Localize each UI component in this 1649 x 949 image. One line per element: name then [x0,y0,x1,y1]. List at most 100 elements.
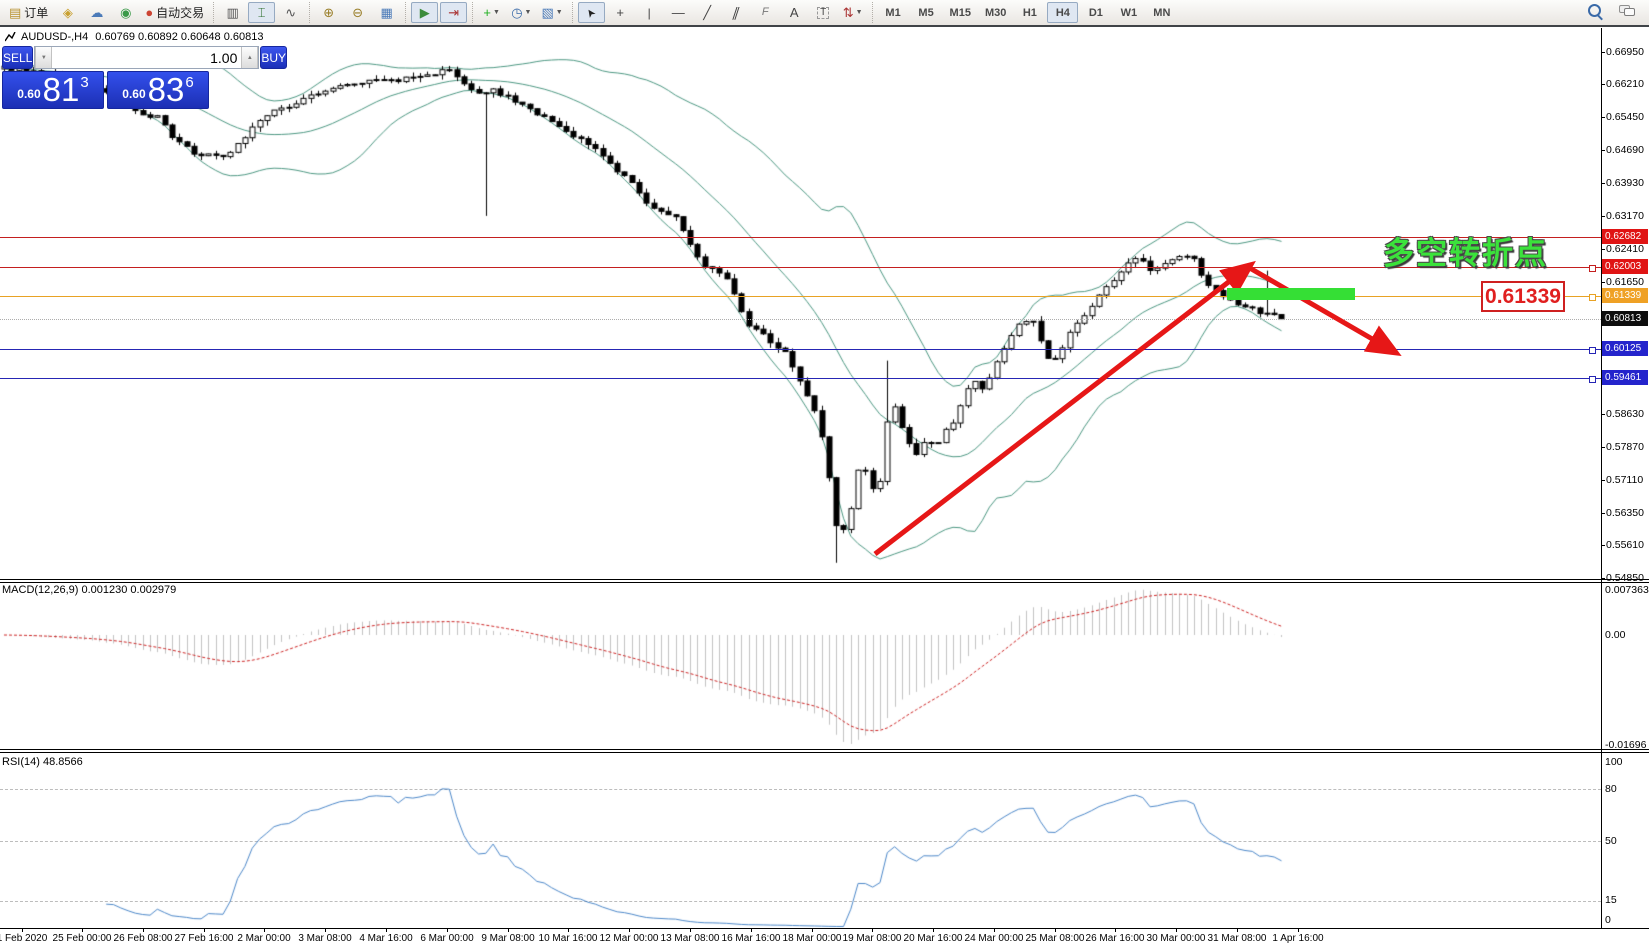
label-button[interactable]: T [810,2,837,23]
dropdown-caret-icon[interactable]: ▼ [556,9,563,16]
buy-price-button[interactable]: 0.60836 [107,71,209,109]
volume-stepper: ▼ ▲ [34,46,259,69]
line-chart-button[interactable]: ∿ [277,2,304,23]
timeframe-m15[interactable]: M15 [944,2,977,23]
arrows-button[interactable]: ⇅▼ [839,2,867,23]
cursor-button[interactable]: ➤ [578,2,605,23]
price-tick: 0.54850 [1606,573,1644,584]
trendline-button[interactable]: ╱ [694,2,721,23]
auto-scroll-button[interactable]: ▶ [411,2,438,23]
date-label: 6 Mar 00:00 [420,933,473,944]
rsi-indicator-canvas[interactable] [0,753,1601,928]
price-tick: 0.56350 [1606,508,1644,519]
fibo-button[interactable]: F [752,2,779,23]
dropdown-caret-icon[interactable]: ▼ [525,9,532,16]
timeframe-w1[interactable]: W1 [1113,2,1144,23]
price-callout-label[interactable]: 0.61339 [1481,281,1565,312]
date-label: 25 Mar 08:00 [1026,933,1085,944]
timeframe-m5[interactable]: M5 [911,2,942,23]
profiles-button[interactable]: ◈ [54,2,81,23]
date-label: 20 Mar 16:00 [904,933,963,944]
toolbar-groups: ▤订单◈☁◉●自动交易▥⌶∿⊕⊖▦▶⇥+▼◷▼▧▼➤+|—╱∥FAT⇅▼M1M5… [0,0,1574,25]
resistance-line-2[interactable] [0,267,1601,268]
indicators-button[interactable]: ▧▼ [537,2,566,23]
price-tick: 0.61650 [1606,277,1644,288]
toolbar-right [1574,4,1649,22]
resistance-line-2-handle[interactable] [1589,265,1596,272]
sell-price-button[interactable]: 0.60813 [2,71,104,109]
candlestick-chart-button[interactable]: ⌶ [248,2,275,23]
green-zone-bar[interactable] [1227,288,1355,300]
chart-shift-button[interactable]: ⇥ [440,2,467,23]
key-level-line[interactable] [0,296,1601,297]
hline-button[interactable]: — [665,2,692,23]
price-tick-mark [1601,282,1605,283]
macd-separator-top[interactable] [0,579,1649,580]
rsi-separator-top[interactable] [0,749,1649,750]
timeframe-h4[interactable]: H4 [1047,2,1078,23]
indicator-axis-tick: -0.01696 [1605,740,1646,751]
indicator-axis-tick: 0.00 [1605,630,1625,641]
dropdown-caret-icon[interactable]: ▼ [493,9,500,16]
new-chart-button[interactable]: +▼ [478,2,505,23]
chart-symbol-icon [5,32,16,42]
price-axis-line [1601,28,1602,928]
volume-input[interactable] [52,47,241,68]
buy-button[interactable]: BUY [260,46,287,69]
chart-shift-icon: ⇥ [448,6,459,19]
zoom-in-button[interactable]: ⊕ [315,2,342,23]
signals-button[interactable]: ◉ [112,2,139,23]
crosshair-button[interactable]: + [607,2,634,23]
chat-button[interactable] [1619,4,1635,22]
timeframe-d1[interactable]: D1 [1080,2,1111,23]
channel-button[interactable]: ∥ [723,2,750,23]
price-tick-mark [1601,84,1605,85]
sell-price-prefix: 0.60 [17,87,40,101]
support-line-1-handle[interactable] [1589,347,1596,354]
key-level-line-handle[interactable] [1589,294,1596,301]
turning-point-annotation[interactable]: 多空转折点 [1383,228,1548,273]
search-button[interactable] [1588,4,1601,22]
macd-indicator-canvas[interactable] [0,583,1601,750]
timeframe-h1[interactable]: H1 [1014,2,1045,23]
zoom-in-icon: ⊕ [323,6,334,19]
new-order-button[interactable]: ▤订单 [5,2,52,23]
price-tick: 0.62410 [1606,244,1644,255]
sell-price-sup: 3 [80,74,88,91]
timeframe-m30[interactable]: M30 [979,2,1012,23]
volume-increase-button[interactable]: ▲ [241,47,258,68]
support-line-1[interactable] [0,349,1601,350]
arrows-icon: ⇅ [843,6,854,19]
current-price-line[interactable] [0,319,1601,320]
periods-button[interactable]: ◷▼ [507,2,535,23]
zoom-out-button[interactable]: ⊖ [344,2,371,23]
timeframe-m1[interactable]: M1 [878,2,909,23]
timeframe-mn[interactable]: MN [1146,2,1177,23]
dropdown-caret-icon[interactable]: ▼ [856,9,863,16]
indicator-axis-tick: 0.007363 [1605,585,1649,596]
bar-chart-icon: ▥ [227,6,239,19]
volume-decrease-button[interactable]: ▼ [35,47,52,68]
price-tick: 0.66950 [1606,47,1644,58]
community-button[interactable]: ☁ [83,2,110,23]
periods-icon: ◷ [511,6,522,19]
trendline-icon: ╱ [703,6,711,19]
price-badge: 0.60125 [1602,341,1648,356]
auto-trading-button[interactable]: ●自动交易 [141,2,208,23]
toolbar-group: +▼◷▼▧▼ [472,2,572,23]
support-line-2[interactable] [0,378,1601,379]
bar-chart-button[interactable]: ▥ [219,2,246,23]
new-order-icon: ▤ [9,6,21,19]
sell-button[interactable]: SELL [2,46,33,69]
price-tick-mark [1601,480,1605,481]
price-tick-mark [1601,117,1605,118]
price-tick: 0.64690 [1606,145,1644,156]
tile-windows-button[interactable]: ▦ [373,2,400,23]
resistance-line-1[interactable] [0,237,1601,238]
text-button[interactable]: A [781,2,808,23]
support-line-2-handle[interactable] [1589,376,1596,383]
price-chart-canvas[interactable] [0,28,1601,580]
vline-button[interactable]: | [636,2,663,23]
price-tick-mark [1601,513,1605,514]
indicators-icon: ▧ [541,6,553,19]
